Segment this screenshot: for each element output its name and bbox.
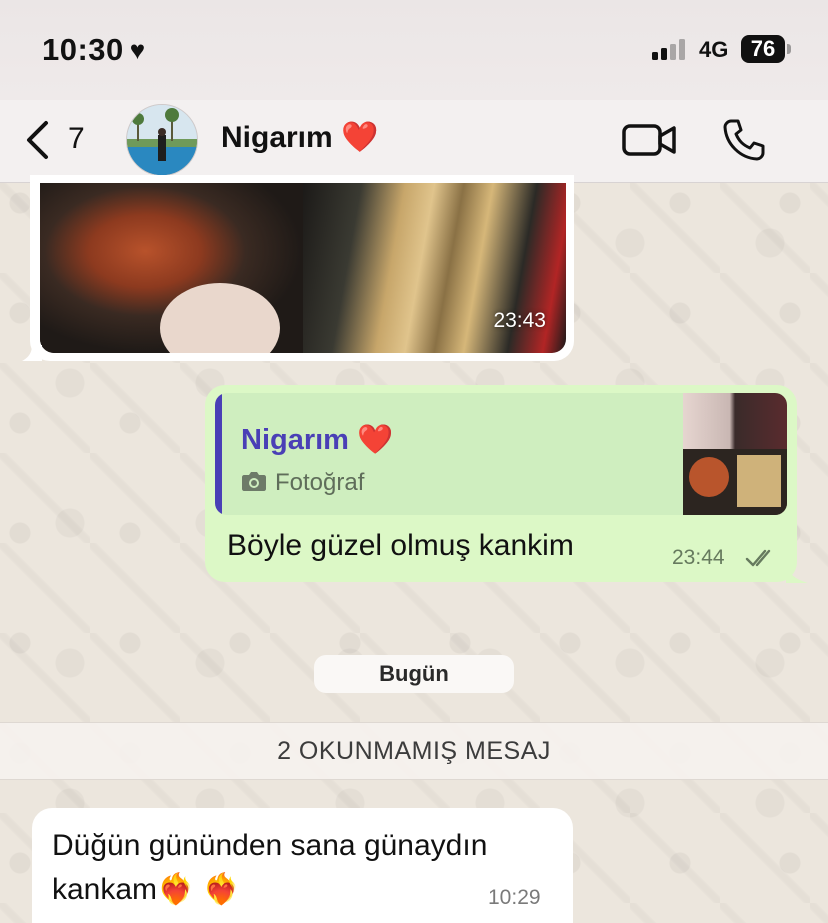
outgoing-message-bubble[interactable]: Nigarım ❤️ Fotoğraf Böyle güzel olmuş ka… bbox=[205, 385, 797, 582]
read-ticks-icon bbox=[745, 549, 771, 567]
heart-icon: ♥ bbox=[129, 35, 146, 65]
contact-name-text: Nigarım bbox=[221, 121, 333, 154]
status-bar: 10:30 ♥ 4G 76 bbox=[0, 0, 828, 100]
message-time: 10:29 bbox=[488, 886, 541, 909]
phone-call-icon[interactable] bbox=[722, 118, 766, 162]
bubble-tail bbox=[22, 345, 42, 361]
date-separator: Bugün bbox=[314, 655, 514, 693]
quote-sender: Nigarım ❤️ bbox=[241, 423, 393, 457]
back-chevron-icon[interactable] bbox=[24, 120, 52, 160]
avatar[interactable] bbox=[126, 104, 198, 176]
incoming-message-bubble[interactable]: Düğün gününden sana günaydın kankam❤️‍🔥 … bbox=[32, 808, 573, 923]
photo-food-1[interactable] bbox=[40, 183, 303, 353]
photo-grid[interactable]: 23:43 bbox=[40, 183, 566, 353]
network-type: 4G bbox=[699, 37, 729, 62]
quote-thumbnail bbox=[683, 393, 787, 515]
quote-accent-bar bbox=[215, 393, 222, 515]
quote-sender-name: Nigarım bbox=[241, 424, 349, 456]
message-text: Böyle güzel olmuş kankim bbox=[227, 529, 574, 562]
bubble-tail bbox=[786, 563, 808, 583]
signal-icon bbox=[652, 38, 692, 60]
contact-name[interactable]: Nigarım ❤️ bbox=[221, 120, 378, 155]
unread-messages-banner: 2 OKUNMAMIŞ MESAJ bbox=[0, 722, 828, 780]
battery-level: 76 bbox=[750, 36, 776, 61]
message-time: 23:43 bbox=[493, 309, 546, 332]
message-text: Düğün gününden sana günaydın kankam❤️‍🔥 … bbox=[52, 829, 488, 906]
heart-icon: ❤️ bbox=[341, 121, 379, 154]
clock: 10:30 ♥ bbox=[42, 32, 146, 68]
unread-chats-count[interactable]: 7 bbox=[68, 122, 85, 156]
chat-header: 7 Nigarım ❤️ bbox=[0, 100, 828, 183]
image-message-bubble[interactable]: 23:43 bbox=[30, 175, 574, 361]
quoted-message[interactable]: Nigarım ❤️ Fotoğraf bbox=[215, 393, 787, 515]
message-time: 23:44 bbox=[672, 546, 725, 569]
clock-time: 10:30 bbox=[42, 32, 124, 67]
heart-icon: ❤️ bbox=[357, 424, 394, 456]
battery-cap bbox=[787, 44, 791, 54]
battery-icon: 76 bbox=[741, 35, 785, 63]
quote-media-label: Fotoğraf bbox=[275, 469, 365, 496]
video-call-icon[interactable] bbox=[622, 122, 676, 158]
camera-icon bbox=[242, 472, 266, 491]
